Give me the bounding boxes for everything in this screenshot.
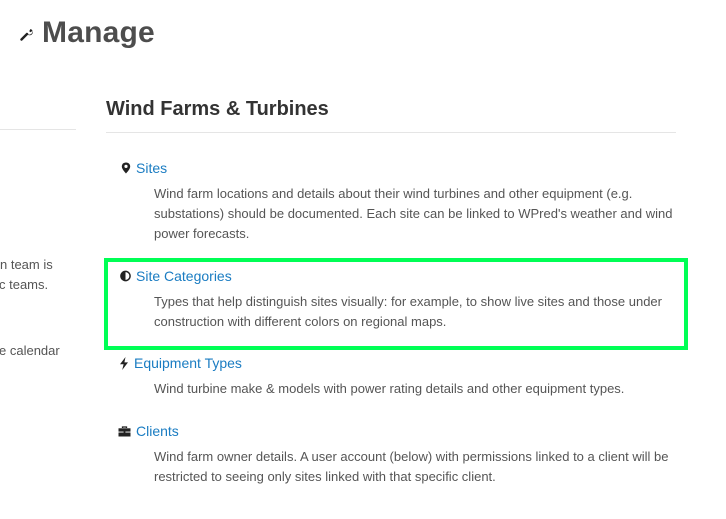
- clients-link[interactable]: Clients: [136, 423, 179, 439]
- manage-item-equipment-types: Equipment Types Wind turbine make & mode…: [106, 353, 676, 399]
- left-text-fragment: n team is: [0, 257, 53, 272]
- left-column-cutoff: n team is c teams. e calendar: [0, 0, 76, 519]
- manage-item-clients: Clients Wind farm owner details. A user …: [106, 421, 676, 487]
- item-header: Clients: [106, 421, 676, 441]
- item-description: Types that help distinguish sites visual…: [154, 294, 662, 329]
- item-description: Wind farm locations and details about th…: [154, 186, 673, 241]
- briefcase-icon: [118, 425, 131, 437]
- item-description: Wind turbine make & models with power ra…: [154, 381, 625, 396]
- manage-item-site-categories: Site Categories Types that help distingu…: [106, 266, 676, 332]
- item-header: Sites: [106, 158, 676, 178]
- sites-link[interactable]: Sites: [136, 160, 167, 176]
- section-title: Wind Farms & Turbines: [106, 98, 329, 120]
- item-header: Site Categories: [106, 266, 676, 286]
- left-text-fragment: e calendar: [0, 343, 60, 358]
- left-text-fragment: c teams.: [0, 277, 49, 292]
- half-circle-contrast-icon: [120, 270, 131, 282]
- manage-item-sites: Sites Wind farm locations and details ab…: [106, 158, 676, 244]
- wind-farms-section: Wind Farms & Turbines: [106, 95, 676, 133]
- section-divider: [106, 132, 676, 133]
- left-section-divider: [0, 129, 76, 130]
- equipment-types-link[interactable]: Equipment Types: [134, 355, 242, 371]
- item-description: Wind farm owner details. A user account …: [154, 449, 669, 484]
- manage-page: Manage n team is c teams. e calendar Win…: [0, 0, 726, 519]
- item-header: Equipment Types: [106, 353, 676, 373]
- map-marker-icon: [120, 162, 131, 174]
- site-categories-link[interactable]: Site Categories: [136, 268, 232, 284]
- lightning-bolt-icon: [118, 356, 129, 370]
